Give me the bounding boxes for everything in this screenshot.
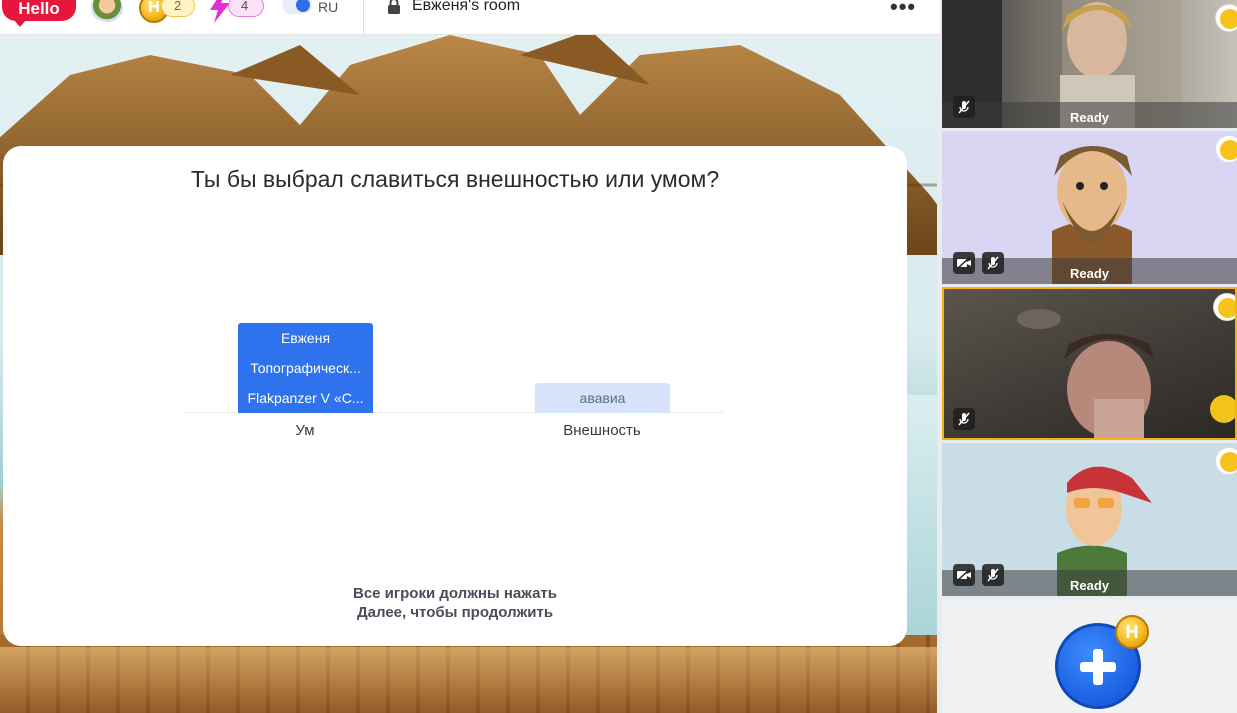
emoji-icon[interactable]: [1215, 447, 1237, 475]
coin-count: 2: [161, 0, 195, 17]
coin-icon: H: [1115, 615, 1149, 649]
instruction-line-1: Все игроки должны нажать: [352, 585, 558, 602]
emoji-icon[interactable]: [1213, 293, 1235, 321]
emoji-icon[interactable]: [1215, 135, 1237, 163]
toggle-knob: [296, 0, 310, 12]
player-video-feed: [1017, 309, 1235, 438]
bolt-count: 4: [228, 0, 264, 17]
player-status: Ready: [1069, 266, 1110, 281]
voter-name: Топографическ...: [250, 360, 361, 376]
answer-label-um: Ум: [295, 422, 315, 439]
voter-name: Евженя: [280, 330, 331, 346]
question-text: Ты бы выбрал славиться внешностью или ум…: [190, 166, 720, 192]
lock-icon: [387, 0, 403, 16]
add-player-tile: H: [942, 599, 1237, 713]
question-card: Ты бы выбрал славиться внешностью или ум…: [3, 146, 907, 646]
divider: [363, 0, 364, 35]
language-label[interactable]: RU: [318, 0, 338, 15]
player-status: Ready: [1069, 110, 1110, 125]
player-video-tile-active[interactable]: [942, 287, 1237, 440]
voter-name: Flakpanzer V «С...: [247, 390, 364, 406]
player-status: Ready: [1069, 578, 1110, 593]
player-avatar-tile[interactable]: Ready: [942, 131, 1237, 284]
answer-bar-vneshnost[interactable]: ававиа: [535, 383, 670, 413]
dock-light: [0, 647, 937, 713]
instruction-line-2: Далее, чтобы продолжить: [356, 604, 554, 621]
hello-badge[interactable]: Hello: [2, 0, 76, 27]
mic-off-icon[interactable]: [953, 408, 975, 430]
voter-name: ававиа: [579, 390, 626, 406]
top-bar: Hello H 2 4 RU Евженя's room •••: [0, 0, 940, 35]
answer-bar-um[interactable]: Евженя Топографическ... Flakpanzer V «С.…: [238, 323, 373, 413]
continue-instruction: Все игроки должны нажать Далее, чтобы пр…: [3, 584, 907, 622]
player-video-tile[interactable]: Ready: [942, 0, 1237, 128]
language-toggle[interactable]: [282, 0, 312, 14]
answer-label-vneshnost: Внешность: [563, 422, 641, 439]
more-icon[interactable]: •••: [890, 0, 916, 20]
emoji-icon[interactable]: [1215, 4, 1237, 32]
room-title: Евженя's room: [412, 0, 521, 14]
player-avatar-tile[interactable]: Ready: [942, 443, 1237, 596]
user-avatar[interactable]: [91, 0, 123, 22]
